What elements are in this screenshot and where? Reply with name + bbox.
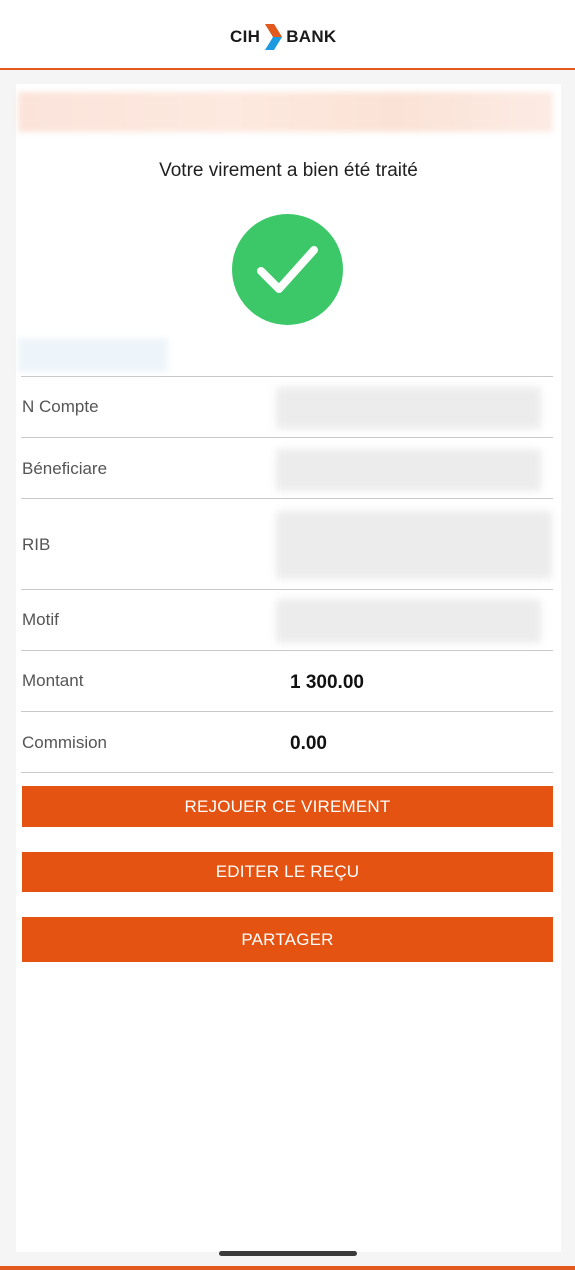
detail-label-rib: RIB [22, 535, 51, 554]
blurred-banner [18, 92, 553, 132]
detail-label-amount: Montant [22, 671, 84, 690]
share-button[interactable]: PARTAGER [22, 917, 553, 962]
success-message: Votre virement a bien été traité [159, 160, 418, 181]
detail-label-beneficiary: Béneficiare [22, 459, 108, 478]
detail-row-motif: Motif [21, 589, 553, 650]
detail-label-commission: Commision [22, 733, 108, 752]
detail-value-amount: 1 300.00 [290, 672, 364, 693]
detail-row-account: N Compte [21, 376, 553, 437]
blurred-rib-value [276, 511, 552, 579]
detail-label-account: N Compte [22, 397, 99, 416]
check-circle-icon [232, 214, 343, 325]
detail-label-motif: Motif [22, 610, 59, 629]
logo-chevron-icon [265, 24, 283, 50]
detail-value-commission: 0.00 [290, 733, 327, 754]
blurred-beneficiary-value [276, 449, 541, 491]
transfer-confirmation-card: Votre virement a bien été traité N Compt… [16, 84, 561, 1252]
bottom-accent-bar [0, 1266, 575, 1270]
detail-row-commission: Commision 0.00 [21, 711, 553, 772]
divider [21, 772, 553, 773]
detail-row-beneficiary: Béneficiare [21, 437, 553, 498]
blurred-label [18, 338, 168, 372]
logo-text-bank: BANK [286, 27, 337, 46]
cih-bank-logo: CIH BANK [230, 22, 337, 52]
blurred-account-value [276, 387, 541, 429]
edit-receipt-button[interactable]: EDITER LE REÇU [22, 852, 553, 892]
home-indicator[interactable] [219, 1251, 357, 1256]
replay-transfer-button[interactable]: REJOUER CE VIREMENT [22, 786, 553, 827]
blurred-motif-value [276, 599, 541, 643]
detail-row-amount: Montant 1 300.00 [21, 650, 553, 711]
detail-row-rib: RIB [21, 498, 553, 589]
logo-text-cih: CIH [230, 27, 261, 46]
app-header: CIH BANK [0, 0, 575, 70]
